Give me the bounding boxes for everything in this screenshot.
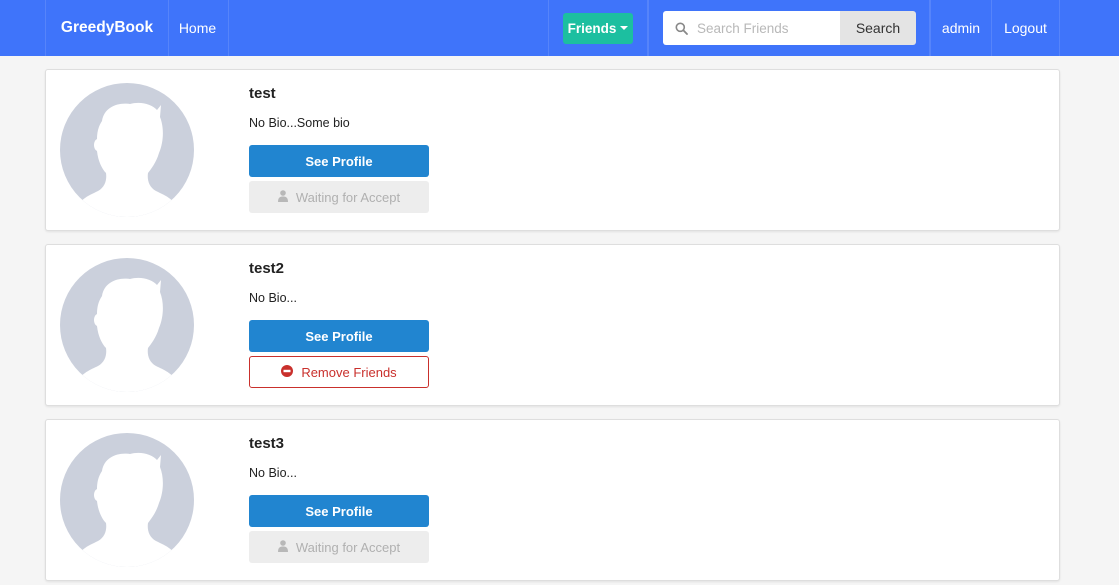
see-profile-label: See Profile [305,153,373,169]
remove-friend-button[interactable]: Remove Friends [249,356,429,388]
friend-name: test3 [249,435,285,452]
avatar-placeholder-icon [60,83,194,217]
friend-name: test2 [249,260,285,277]
friends-dropdown-button[interactable]: Friends [563,12,633,44]
search-icon [675,22,688,35]
friend-name: test [249,85,276,102]
search-field [663,11,840,45]
friends-dropdown-label: Friends [567,20,617,36]
search-form: Search [648,0,930,56]
search-input[interactable] [697,20,837,36]
user-icon [277,539,288,555]
friend-bio: No Bio... [249,466,297,480]
friends-dropdown-container: Friends [548,0,648,56]
nav-user-link[interactable]: admin [930,0,992,56]
avatar-placeholder-icon [60,258,194,392]
secondary-action-label: Waiting for Accept [295,189,401,205]
minus-circle-icon [281,364,294,380]
avatar-placeholder-icon [60,433,194,567]
see-profile-label: See Profile [305,328,373,344]
waiting-for-accept-button[interactable]: Waiting for Accept [249,181,429,213]
friend-bio: No Bio...Some bio [249,116,350,130]
brand-logo[interactable]: GreedyBook [45,0,169,56]
see-profile-button[interactable]: See Profile [249,320,429,352]
caret-down-icon [620,26,629,30]
see-profile-label: See Profile [305,503,373,519]
see-profile-button[interactable]: See Profile [249,495,429,527]
top-navbar: GreedyBook Home Friends Search admin Log… [0,0,1119,56]
user-icon [277,189,288,205]
friend-bio: No Bio... [249,291,297,305]
nav-home-link[interactable]: Home [167,0,229,56]
friend-card: test No Bio...Some bio See Profile Waiti… [45,69,1060,231]
friend-card: test3 No Bio... See Profile Waiting for … [45,419,1060,581]
secondary-action-label: Remove Friends [301,364,397,380]
waiting-for-accept-button[interactable]: Waiting for Accept [249,531,429,563]
friend-card: test2 No Bio... See Profile Remove Frien… [45,244,1060,406]
see-profile-button[interactable]: See Profile [249,145,429,177]
search-button[interactable]: Search [840,11,916,45]
secondary-action-label: Waiting for Accept [295,539,401,555]
nav-logout-link[interactable]: Logout [992,0,1060,56]
